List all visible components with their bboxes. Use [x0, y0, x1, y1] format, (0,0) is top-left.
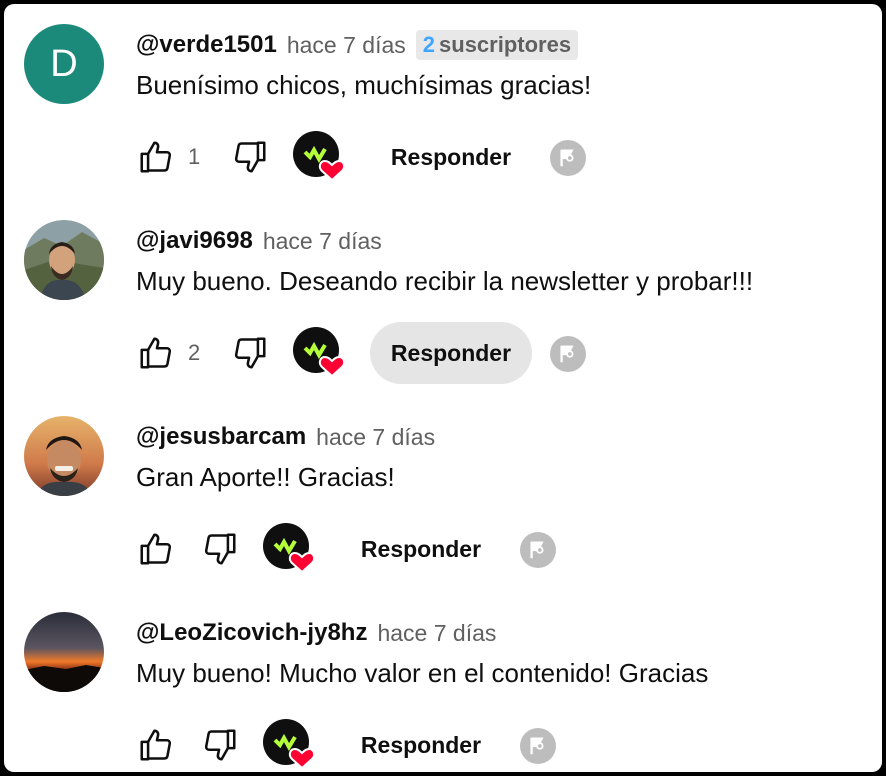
comment-time[interactable]: hace 7 días: [377, 620, 496, 647]
reply-button[interactable]: Responder: [340, 714, 502, 772]
report-button[interactable]: [520, 728, 556, 764]
comment-item: @jesusbarcam hace 7 días Gran Aporte!! G…: [4, 396, 882, 592]
report-button[interactable]: [550, 336, 586, 372]
dislike-button[interactable]: [200, 725, 240, 765]
comment-actions: 1 Responder: [4, 124, 882, 188]
creator-heart-icon: [263, 719, 316, 770]
report-button[interactable]: [520, 532, 556, 568]
comment-time[interactable]: hace 7 días: [263, 228, 382, 255]
comment-author[interactable]: @jesusbarcam: [136, 423, 306, 451]
subscriber-badge: 2 suscriptores: [415, 30, 579, 60]
like-button[interactable]: [136, 725, 176, 765]
comment-time[interactable]: hace 7 días: [287, 32, 406, 59]
subscriber-count: 2: [422, 32, 436, 57]
creator-heart-badge: [262, 718, 316, 772]
reply-button[interactable]: Responder: [340, 518, 502, 580]
thumbs-up-icon: [140, 729, 172, 761]
creator-heart-badge: [292, 326, 346, 380]
comment-author[interactable]: @javi9698: [136, 227, 253, 255]
like-button[interactable]: [136, 137, 176, 177]
flag-icon: [530, 737, 544, 755]
comment-header: @LeoZicovich-jy8hz hace 7 días: [136, 616, 496, 650]
thumbs-up-icon: [140, 337, 172, 369]
avatar-photo: [24, 416, 104, 496]
flag-icon: [560, 345, 574, 363]
comment-item: @LeoZicovich-jy8hz hace 7 días Muy bueno…: [4, 592, 882, 772]
reply-button[interactable]: Responder: [370, 322, 532, 384]
comment-header: @javi9698 hace 7 días: [136, 224, 382, 258]
avatar-letter: D: [50, 42, 78, 85]
report-button[interactable]: [550, 140, 586, 176]
thumbs-up-icon: [140, 533, 172, 565]
comment-header: @verde1501 hace 7 días 2 suscriptores: [136, 28, 579, 62]
like-button[interactable]: [136, 333, 176, 373]
avatar[interactable]: [24, 416, 104, 496]
comment-time[interactable]: hace 7 días: [316, 424, 435, 451]
thumbs-down-icon: [204, 729, 236, 761]
avatar[interactable]: D: [24, 24, 104, 104]
comments-section: D @verde1501 hace 7 días 2 suscriptores B…: [4, 4, 882, 772]
flag-icon: [530, 541, 544, 559]
comment-text: Muy bueno. Deseando recibir la newslette…: [136, 266, 754, 296]
creator-heart-icon: [263, 523, 316, 574]
creator-heart-icon: [293, 131, 346, 182]
dislike-button[interactable]: [230, 137, 270, 177]
thumbs-up-icon: [140, 141, 172, 173]
comment-header: @jesusbarcam hace 7 días: [136, 420, 435, 454]
reply-button[interactable]: Responder: [370, 126, 532, 188]
comment-item: @javi9698 hace 7 días Muy bueno. Deseand…: [4, 200, 882, 396]
comment-text: Muy bueno! Mucho valor en el contenido! …: [136, 658, 709, 688]
avatar[interactable]: [24, 220, 104, 300]
dislike-button[interactable]: [230, 333, 270, 373]
thumbs-down-icon: [234, 141, 266, 173]
comment-author[interactable]: @verde1501: [136, 31, 277, 59]
dislike-button[interactable]: [200, 529, 240, 569]
comment-item: D @verde1501 hace 7 días 2 suscriptores B…: [4, 4, 882, 200]
comment-text: Gran Aporte!! Gracias!: [136, 462, 395, 492]
like-count: 1: [188, 144, 201, 169]
avatar[interactable]: [24, 612, 104, 692]
creator-heart-badge: [262, 522, 316, 576]
creator-heart-badge: [292, 130, 346, 184]
thumbs-down-icon: [234, 337, 266, 369]
comment-author[interactable]: @LeoZicovich-jy8hz: [136, 619, 367, 647]
comment-actions: Responder: [4, 712, 882, 772]
avatar-photo: [24, 612, 104, 692]
creator-heart-icon: [293, 327, 346, 378]
comment-actions: 2 Responder: [4, 320, 882, 384]
like-count: 2: [188, 340, 201, 365]
comment-text: Buenísimo chicos, muchísimas gracias!: [136, 70, 592, 100]
flag-icon: [560, 149, 574, 167]
thumbs-down-icon: [204, 533, 236, 565]
comment-actions: Responder: [4, 516, 882, 580]
avatar-photo: [24, 220, 104, 300]
subscriber-label: suscriptores: [439, 32, 572, 57]
like-button[interactable]: [136, 529, 176, 569]
